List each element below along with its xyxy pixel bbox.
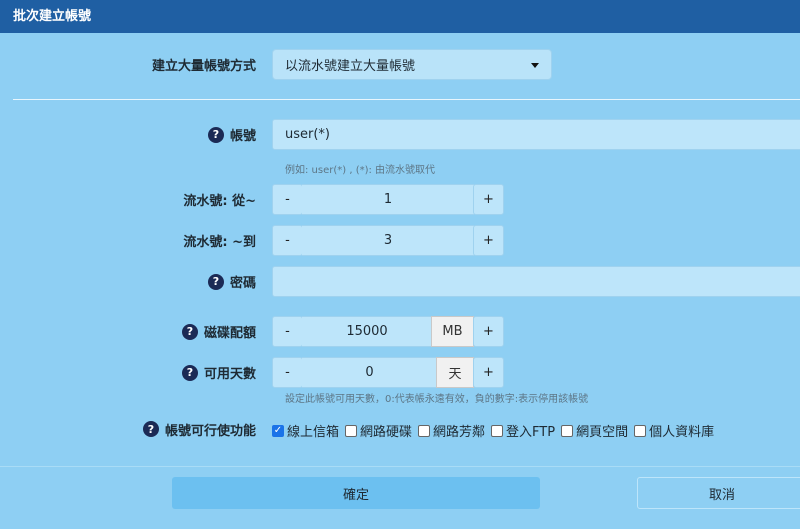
serial-to-decrement-button[interactable]: -: [272, 225, 303, 256]
account-label: ? 帳號: [60, 119, 256, 150]
permissions-label-text: 帳號可行使功能: [164, 423, 256, 439]
permission-network-neighborhood[interactable]: 網路芳鄰: [418, 421, 485, 440]
password-input[interactable]: [272, 266, 800, 297]
chevron-down-icon: [531, 63, 539, 68]
permission-label: 網路芳鄰: [433, 425, 486, 440]
serial-from-decrement-button[interactable]: -: [272, 184, 303, 215]
method-label: 建立大量帳號方式: [60, 49, 256, 80]
checkbox-icon[interactable]: [561, 424, 574, 437]
days-hint: 設定此帳號可用天數，0:代表帳永遠有效，負的數字:表示停用該帳號: [285, 394, 589, 405]
permission-personal-db[interactable]: 個人資料庫: [634, 421, 714, 440]
checkbox-icon[interactable]: [634, 424, 647, 437]
quota-input[interactable]: 15000: [302, 316, 432, 347]
days-decrement-button[interactable]: -: [272, 357, 303, 388]
serial-to-label: 流水號: ~到: [60, 225, 256, 256]
quota-decrement-button[interactable]: -: [272, 316, 303, 347]
help-icon[interactable]: ?: [207, 126, 224, 143]
password-label-text: 密碼: [229, 276, 256, 291]
serial-to-label-text: 流水號: ~到: [183, 235, 256, 250]
help-icon[interactable]: ?: [181, 323, 198, 340]
permission-webmail[interactable]: ✓ 線上信箱: [272, 421, 339, 440]
permission-netdisk[interactable]: 網路硬碟: [345, 421, 412, 440]
account-input-value: user(*): [285, 127, 330, 142]
cancel-button[interactable]: 取消: [637, 477, 800, 509]
serial-to-input[interactable]: 3: [302, 225, 474, 256]
serial-from-input[interactable]: 1: [302, 184, 474, 215]
serial-from-label-text: 流水號: 從~: [183, 194, 256, 209]
help-icon[interactable]: ?: [181, 364, 198, 381]
days-input[interactable]: 0: [302, 357, 437, 388]
method-selected-value: 以流水號建立大量帳號: [285, 59, 416, 74]
permissions-label: ? 帳號可行使功能: [60, 419, 256, 439]
password-label: ? 密碼: [60, 266, 256, 297]
quota-label: ? 磁碟配額: [60, 316, 256, 347]
serial-to-increment-button[interactable]: +: [473, 225, 504, 256]
permission-label: 個人資料庫: [649, 425, 715, 440]
account-input[interactable]: user(*): [272, 119, 800, 150]
section-divider: [13, 99, 800, 100]
days-unit: 天: [436, 357, 474, 388]
dialog-title: 批次建立帳號: [0, 0, 800, 33]
days-label: ? 可用天數: [60, 357, 256, 388]
quota-unit: MB: [431, 316, 474, 347]
permission-ftp[interactable]: 登入FTP: [491, 421, 555, 440]
permission-label: 網路硬碟: [360, 425, 413, 440]
account-label-text: 帳號: [229, 129, 256, 144]
permission-label: 登入FTP: [506, 425, 556, 440]
quota-label-text: 磁碟配額: [203, 326, 256, 341]
checkbox-icon[interactable]: [418, 424, 431, 437]
method-select[interactable]: 以流水號建立大量帳號: [272, 49, 552, 80]
permission-label: 網頁空間: [576, 425, 629, 440]
days-label-text: 可用天數: [203, 367, 256, 382]
quota-increment-button[interactable]: +: [473, 316, 504, 347]
method-label-text: 建立大量帳號方式: [151, 59, 256, 74]
help-icon[interactable]: ?: [142, 421, 159, 437]
permission-label: 線上信箱: [287, 425, 340, 440]
help-icon[interactable]: ?: [207, 273, 224, 290]
permissions-checkbox-group: ✓ 線上信箱 網路硬碟 網路芳鄰 登入FTP 網頁空間 個人資料庫: [272, 421, 716, 440]
serial-from-label: 流水號: 從~: [60, 184, 256, 215]
days-increment-button[interactable]: +: [473, 357, 504, 388]
account-hint: 例如: user(*) , (*): 由流水號取代: [285, 165, 436, 176]
serial-from-increment-button[interactable]: +: [473, 184, 504, 215]
permission-webspace[interactable]: 網頁空間: [561, 421, 628, 440]
ok-button[interactable]: 確定: [172, 477, 540, 509]
checkbox-icon[interactable]: [491, 424, 504, 437]
checkbox-checked-icon[interactable]: ✓: [272, 424, 284, 437]
checkbox-icon[interactable]: [345, 424, 358, 437]
